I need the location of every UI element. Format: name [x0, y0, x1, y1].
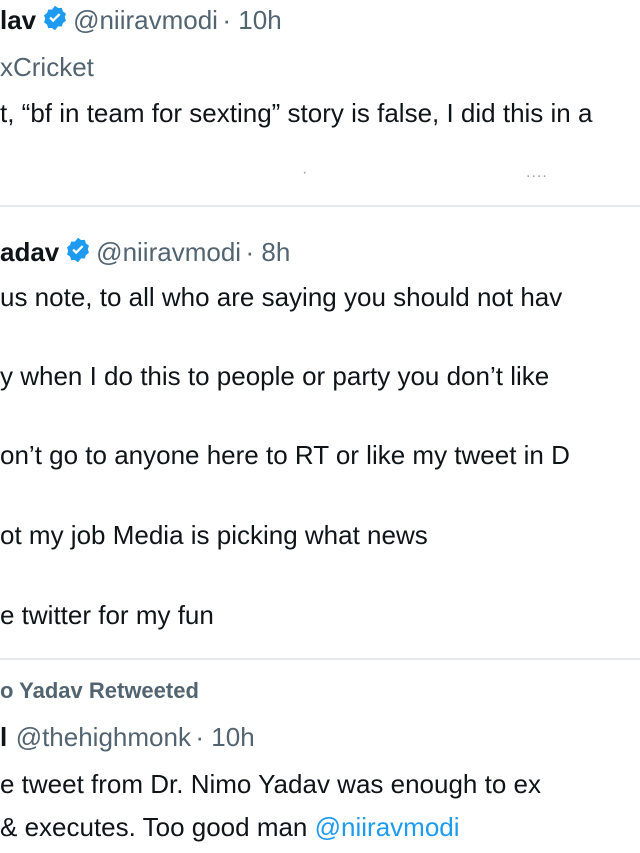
tweet-text-line: e twitter for my fun	[0, 600, 214, 630]
tweet-divider	[0, 658, 640, 660]
retweet-indicator: o Yadav Retweeted	[0, 678, 199, 704]
tweet-timestamp[interactable]: · 10h	[222, 5, 281, 35]
tweet-text: t, “bf in team for sexting” story is fal…	[0, 98, 593, 128]
author-name[interactable]: adav	[0, 237, 59, 267]
mention-link[interactable]: @niiravmodi	[315, 812, 460, 842]
tweet2-header: adav @niiravmodi · 8h	[0, 236, 290, 269]
author-handle[interactable]: @thehighmonk	[16, 722, 191, 752]
tweet-text-line: on’t go to anyone here to RT or like my …	[0, 440, 570, 470]
reply-context[interactable]: xCricket	[0, 52, 94, 83]
more-options-icon[interactable]: ....	[526, 164, 548, 182]
author-name[interactable]: lav	[0, 5, 36, 35]
tweet-timestamp[interactable]: · 10h	[195, 722, 254, 752]
author-handle[interactable]: @niiravmodi	[96, 237, 241, 267]
tweet-divider	[0, 205, 640, 207]
tweet3-header: l @thehighmonk · 10h	[0, 722, 255, 753]
action-bar-icon[interactable]: ·	[302, 164, 308, 182]
retweeted-by-label[interactable]: o Yadav Retweeted	[0, 678, 199, 703]
tweet-text-line: y when I do this to people or party you …	[0, 361, 550, 391]
tweet-timestamp[interactable]: · 8h	[246, 237, 291, 267]
tweet-text-line: & executes. Too good man @niiravmodi	[0, 812, 460, 843]
tweet-text-line: ot my job Media is picking what news	[0, 520, 428, 550]
author-name[interactable]: l	[0, 722, 7, 752]
tweet-text-line: us note, to all who are saying you shoul…	[0, 282, 563, 312]
tweet-text-prefix: & executes. Too good man	[0, 812, 308, 842]
author-handle[interactable]: @niiravmodi	[73, 5, 218, 35]
tweet-text-line: e tweet from Dr. Nimo Yadav was enough t…	[0, 769, 541, 799]
verified-badge-icon	[64, 236, 92, 269]
verified-badge-icon	[41, 4, 69, 37]
tweet1-header: lav @niiravmodi · 10h	[0, 4, 282, 37]
